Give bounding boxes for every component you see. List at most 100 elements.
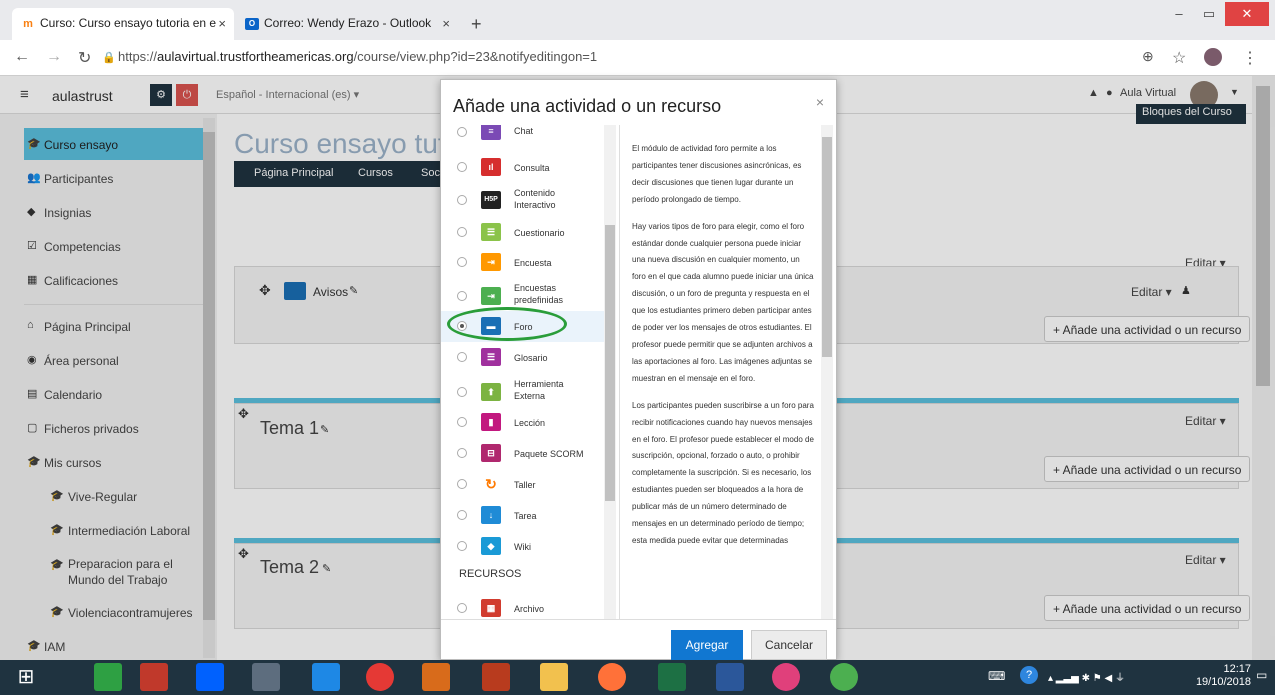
- chrome-icon[interactable]: [366, 663, 394, 691]
- scorm-package-icon: ⊟: [481, 444, 501, 462]
- radio-button[interactable]: [457, 352, 467, 362]
- activity-option-wiki[interactable]: ◆ Wiki: [441, 531, 604, 562]
- activity-option-encuestas-predefinidas[interactable]: ⇥ Encuestas predefinidas: [441, 277, 604, 308]
- tab-label: Correo: Wendy Erazo - Outlook: [264, 16, 432, 30]
- radio-button[interactable]: [457, 541, 467, 551]
- close-tab-icon[interactable]: ×: [442, 16, 450, 31]
- radio-button[interactable]: [457, 227, 467, 237]
- outlook-favicon-icon: O: [245, 18, 259, 30]
- scroll-thumb[interactable]: [822, 137, 832, 357]
- dropbox-icon[interactable]: [196, 663, 224, 691]
- activity-option-contenido-interactivo[interactable]: H5P Contenido Interactivo: [441, 183, 604, 214]
- activity-label: Glosario: [514, 353, 548, 363]
- quiz-icon: ☰: [481, 223, 501, 241]
- activity-label: Taller: [514, 480, 536, 490]
- zoom-icon[interactable]: ⊕: [1142, 48, 1154, 65]
- edge-icon[interactable]: [312, 663, 340, 691]
- radio-button[interactable]: [457, 387, 467, 397]
- activity-option-chat[interactable]: ≡ Chat: [441, 125, 604, 152]
- activity-label: Consulta: [514, 163, 550, 173]
- forward-icon[interactable]: →: [46, 48, 62, 66]
- browser-titlebar: m Curso: Curso ensayo tutoria en e × O C…: [0, 0, 1275, 40]
- activity-list: ≡ Chat ıl Consulta H5P Contenido Interactiv…: [441, 125, 619, 619]
- description-paragraph: Hay varios tipos de foro para elegir, co…: [632, 221, 814, 383]
- add-button[interactable]: Agregar: [671, 630, 743, 660]
- bookmark-star-icon[interactable]: ☆: [1172, 48, 1186, 68]
- close-window-icon[interactable]: ✕: [1225, 2, 1269, 26]
- extension-icon[interactable]: [1204, 48, 1222, 66]
- radio-button[interactable]: [457, 291, 467, 301]
- system-tray-icons[interactable]: ▴ ▂▃▅ ✱ ⚑ ◀ ⏚: [1048, 669, 1125, 684]
- new-tab-icon[interactable]: +: [471, 14, 482, 35]
- file-explorer-icon[interactable]: [540, 663, 568, 691]
- firefox-icon[interactable]: [598, 663, 626, 691]
- activity-label: Wiki: [514, 542, 531, 552]
- help-icon[interactable]: ?: [1020, 666, 1038, 684]
- activity-label: Encuesta: [514, 258, 552, 268]
- poll-chart-icon: ıl: [481, 158, 501, 176]
- activity-label: Lección: [514, 418, 546, 428]
- maximize-icon[interactable]: ▭: [1195, 2, 1223, 26]
- dialog-footer: Agregar Cancelar: [441, 619, 836, 660]
- close-icon[interactable]: ×: [816, 94, 824, 110]
- radio-button[interactable]: [457, 510, 467, 520]
- taskbar-clock[interactable]: 12:17 19/10/2018: [1195, 663, 1251, 689]
- radio-button[interactable]: [457, 417, 467, 427]
- resources-heading: RECURSOS: [459, 568, 522, 580]
- presentation-icon[interactable]: [482, 663, 510, 691]
- activity-option-scorm[interactable]: ⊟ Paquete SCORM: [441, 438, 604, 469]
- radio-button[interactable]: [457, 603, 467, 613]
- activity-option-leccion[interactable]: ▮ Lección: [441, 407, 604, 438]
- activity-label: Chat: [514, 126, 534, 136]
- notifications-icon[interactable]: ▭: [1256, 668, 1267, 682]
- photoshop-icon[interactable]: [422, 663, 450, 691]
- activity-option-encuesta[interactable]: ⇥ Encuesta: [441, 247, 604, 278]
- activity-option-taller[interactable]: ↻ Taller: [441, 469, 604, 500]
- excel-icon[interactable]: [658, 663, 686, 691]
- activity-label: Encuestas predefinidas: [514, 283, 564, 305]
- keyboard-icon[interactable]: ⌨: [988, 669, 1005, 683]
- scroll-thumb[interactable]: [605, 225, 615, 501]
- moodle-favicon-icon: m: [23, 18, 33, 30]
- file-icon: ▦: [481, 599, 501, 617]
- windows-start-icon[interactable]: ⊞: [12, 663, 40, 691]
- radio-button[interactable]: [457, 195, 467, 205]
- store-icon[interactable]: [94, 663, 122, 691]
- url-prefix: https://: [118, 49, 158, 64]
- resource-option-archivo[interactable]: ▦ Archivo: [441, 593, 604, 619]
- pen-tool-icon[interactable]: [252, 663, 280, 691]
- word-icon[interactable]: [716, 663, 744, 691]
- minimize-icon[interactable]: –: [1165, 2, 1193, 26]
- activity-option-glosario[interactable]: ☰ Glosario: [441, 342, 604, 373]
- activity-label: Tarea: [514, 511, 537, 521]
- clock-date: 19/10/2018: [1195, 676, 1251, 688]
- close-tab-icon[interactable]: ×: [218, 16, 226, 31]
- radio-button[interactable]: [457, 448, 467, 458]
- url-input[interactable]: https://aulavirtual.trustfortheamericas.…: [118, 49, 597, 64]
- radio-button[interactable]: [457, 162, 467, 172]
- tab-curso[interactable]: m Curso: Curso ensayo tutoria en e ×: [12, 8, 234, 40]
- h5p-icon: H5P: [481, 191, 501, 209]
- radio-button[interactable]: [457, 257, 467, 267]
- activity-option-herramienta-externa[interactable]: ⬆ Herramienta Externa: [441, 373, 604, 404]
- lti-icon: ⬆: [481, 383, 501, 401]
- activity-list-scrollbar[interactable]: [604, 125, 616, 619]
- glossary-icon: ☰: [481, 348, 501, 366]
- itunes-icon[interactable]: [772, 663, 800, 691]
- back-icon[interactable]: ←: [14, 48, 30, 66]
- app-icon[interactable]: [140, 663, 168, 691]
- activity-option-tarea[interactable]: ↓ Tarea: [441, 500, 604, 531]
- menu-dots-icon[interactable]: ⋮: [1242, 48, 1258, 68]
- activity-option-cuestionario[interactable]: ☰ Cuestionario: [441, 217, 604, 248]
- chrome-active-icon[interactable]: [830, 663, 858, 691]
- tab-correo[interactable]: O Correo: Wendy Erazo - Outlook ×: [236, 8, 458, 40]
- radio-button[interactable]: [457, 479, 467, 489]
- activity-label: Contenido Interactivo: [514, 188, 556, 210]
- activity-option-consulta[interactable]: ıl Consulta: [441, 152, 604, 183]
- cancel-button[interactable]: Cancelar: [751, 630, 827, 660]
- reload-icon[interactable]: ↻: [78, 48, 91, 68]
- lesson-icon: ▮: [481, 413, 501, 431]
- radio-button[interactable]: [457, 127, 467, 137]
- description-scrollbar[interactable]: [821, 125, 833, 619]
- lock-icon: 🔒: [102, 52, 116, 64]
